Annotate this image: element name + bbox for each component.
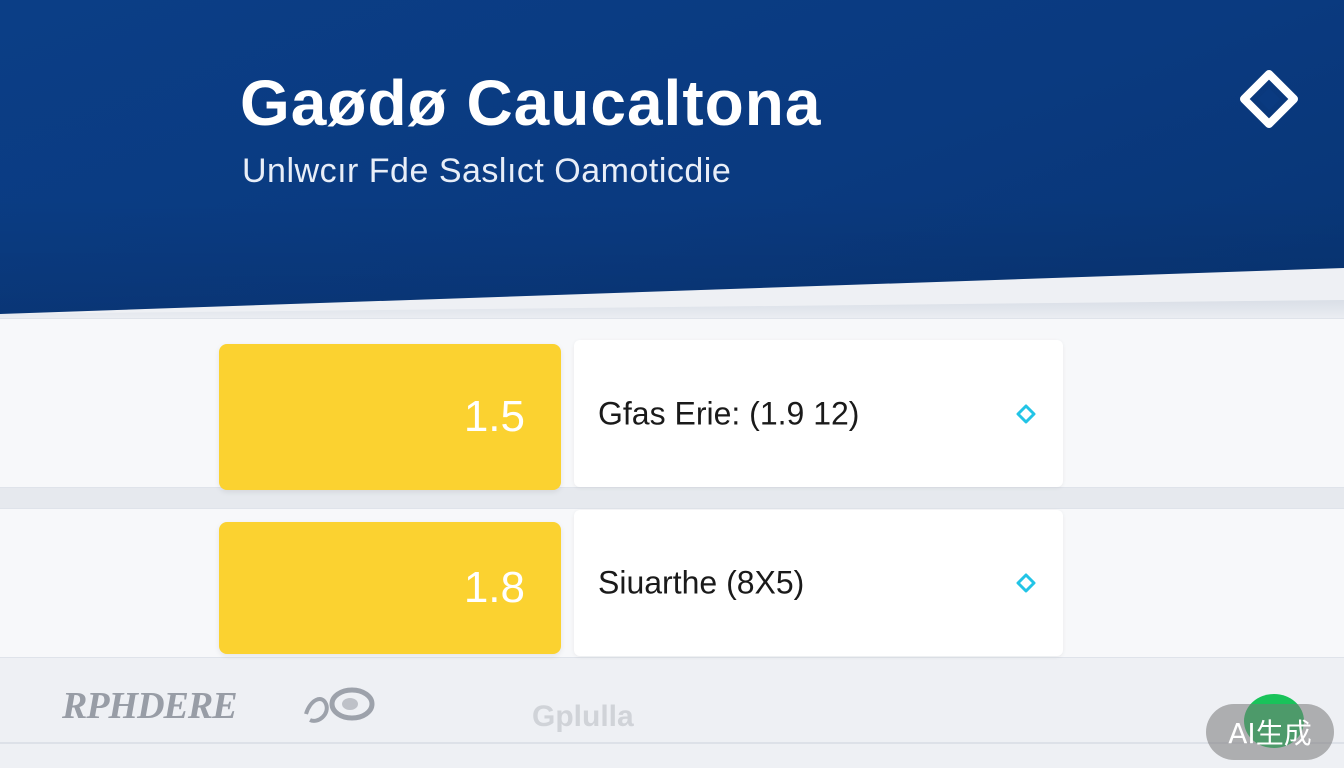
footer-divider <box>0 742 1344 744</box>
value-tile: 1.8 <box>219 522 561 654</box>
value-number: 1.8 <box>463 563 525 612</box>
brand-center-text: Gplulla <box>532 700 634 733</box>
list-item-label: Siuarthe (8X5) <box>598 564 805 601</box>
chevron-right-icon[interactable] <box>1015 403 1037 425</box>
diamond-chevron-icon[interactable] <box>1240 70 1298 128</box>
list-item[interactable]: Siuarthe (8X5) <box>574 510 1063 656</box>
ai-generated-badge: AI生成 <box>1206 704 1334 760</box>
chevron-right-icon[interactable] <box>1015 572 1037 594</box>
value-number: 1.5 <box>463 392 525 441</box>
page-subtitle: Unlwcır Fde Saslıct Oamoticdie <box>242 152 732 190</box>
value-tile: 1.5 <box>219 344 561 490</box>
brand-mark-icon <box>300 680 376 728</box>
row-divider <box>0 488 1344 508</box>
page-title: Gaødø Caucaltona <box>240 67 822 139</box>
list-item-label: Gfas Erie: (1.9 12) <box>598 395 860 431</box>
brand-logo-text: RPHDERE <box>62 685 238 727</box>
list-item[interactable]: Gfas Erie: (1.9 12) <box>574 340 1063 487</box>
